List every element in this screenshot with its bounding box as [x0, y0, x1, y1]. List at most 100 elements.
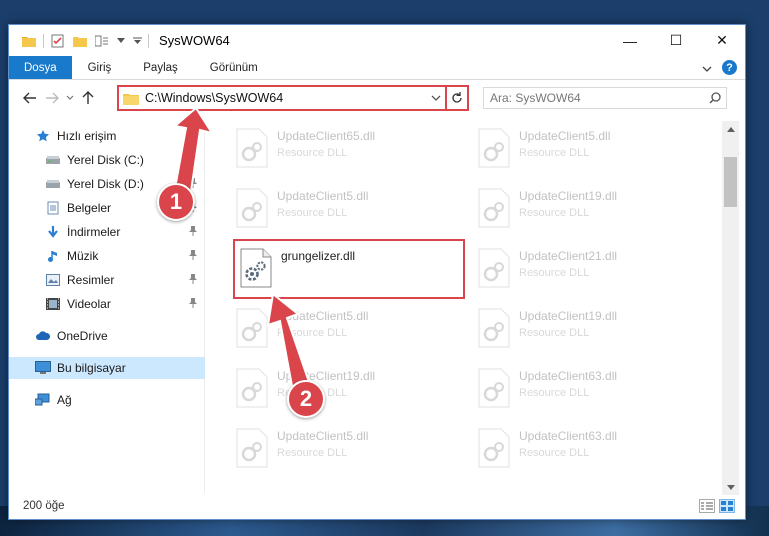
file-type: Resource DLL — [277, 327, 348, 339]
ribbon-right-controls: ? — [702, 56, 745, 79]
tiles-view-icon[interactable] — [719, 499, 735, 513]
help-icon[interactable]: ? — [722, 60, 737, 75]
file-name: UpdateClient63.dll — [519, 429, 618, 443]
sidebar-item-local-disk-c[interactable]: Yerel Disk (C:) — [9, 149, 205, 171]
properties-icon[interactable] — [50, 33, 66, 49]
expand-ribbon-icon[interactable] — [702, 61, 712, 75]
sidebar-item-onedrive[interactable]: OneDrive — [9, 325, 205, 347]
address-dropdown-icon[interactable] — [427, 93, 445, 104]
file-item[interactable]: UpdateClient5.dll Resource DLL — [229, 303, 459, 355]
vertical-scrollbar[interactable] — [722, 121, 739, 495]
sidebar-item-label: OneDrive — [57, 329, 108, 343]
ribbon-tabs: Dosya Giriş Paylaş Görünüm ? — [9, 56, 745, 80]
file-type: Resource DLL — [277, 447, 348, 459]
sidebar-item-network[interactable]: Ağ — [9, 389, 205, 411]
file-name: UpdateClient19.dll — [277, 369, 376, 383]
pictures-icon — [45, 272, 61, 288]
sidebar-item-label: Yerel Disk (D:) — [67, 177, 144, 191]
status-bar: 200 öğe — [9, 493, 745, 519]
file-item[interactable]: UpdateClient19.dllResource DLL — [471, 303, 701, 355]
search-icon[interactable] — [704, 92, 726, 104]
dll-file-icon — [478, 368, 510, 408]
file-explorer-window: SysWOW64 — ☐ ✕ Dosya Giriş Paylaş Görünü… — [8, 24, 746, 520]
step-badge-1: 1 — [157, 183, 195, 221]
chevron-down-icon[interactable] — [116, 33, 126, 49]
new-folder-icon[interactable] — [72, 33, 88, 49]
dll-file-icon — [478, 188, 510, 228]
file-item[interactable]: UpdateClient19.dllResource DLL — [471, 183, 701, 235]
customize-toolbar-icon[interactable] — [94, 33, 110, 49]
file-type: Resource DLL — [519, 447, 590, 459]
window-controls: — ☐ ✕ — [607, 25, 745, 56]
scroll-thumb[interactable] — [724, 157, 737, 207]
cloud-icon — [35, 328, 51, 344]
address-bar[interactable]: C:\Windows\SysWOW64 — [117, 85, 469, 111]
back-button[interactable] — [19, 87, 41, 109]
maximize-button[interactable]: ☐ — [653, 25, 699, 56]
file-item[interactable]: UpdateClient21.dll Resource DLL — [471, 243, 701, 295]
close-button[interactable]: ✕ — [699, 25, 745, 56]
sidebar-item-label: Videolar — [67, 297, 111, 311]
folder-icon[interactable] — [21, 33, 37, 49]
sidebar-item-this-pc[interactable]: Bu bilgisayar — [9, 357, 205, 379]
sidebar-item-label: Müzik — [67, 249, 99, 263]
pin-icon[interactable] — [187, 153, 199, 165]
pin-icon[interactable] — [187, 249, 199, 261]
tab-home[interactable]: Giriş — [72, 56, 128, 79]
file-type: Resource DLL — [277, 207, 348, 219]
title-separator — [148, 33, 149, 48]
recent-locations-button[interactable] — [63, 87, 77, 109]
sidebar-item-music[interactable]: Müzik — [9, 245, 205, 267]
details-view-icon[interactable] — [699, 499, 715, 513]
sidebar-item-quick-access[interactable]: Hızlı erişim — [9, 125, 205, 147]
file-type: Resource DLL — [519, 387, 590, 399]
file-name: UpdateClient63.dll — [519, 369, 618, 383]
forward-button[interactable] — [41, 87, 63, 109]
sidebar-item-downloads[interactable]: İndirmeler — [9, 221, 205, 243]
refresh-button[interactable] — [445, 87, 467, 109]
tab-share[interactable]: Paylaş — [127, 56, 194, 79]
sidebar-item-pictures[interactable]: Resimler — [9, 269, 205, 291]
up-button[interactable] — [77, 87, 99, 109]
minimize-button[interactable]: — — [607, 25, 653, 56]
navigation-pane: Hızlı erişim Yerel Disk (C:) Yerel Disk … — [9, 121, 205, 493]
sidebar-item-videos[interactable]: Videolar — [9, 293, 205, 315]
chevron-down-icon — [66, 95, 74, 100]
sidebar-item-label: Bu bilgisayar — [57, 361, 126, 375]
computer-icon — [35, 360, 51, 376]
file-type: Resource DLL — [519, 327, 590, 339]
file-item[interactable]: UpdateClient63.dll Resource DLL — [471, 363, 701, 415]
highlight-box-file — [233, 239, 465, 299]
file-item[interactable]: UpdateClient65.dll Resource DLL — [229, 123, 459, 175]
view-switcher — [699, 499, 745, 513]
dll-file-icon — [478, 308, 510, 348]
file-item[interactable]: UpdateClient5.dll Resource DLL — [471, 123, 701, 175]
search-input[interactable]: Ara: SysWOW64 — [490, 91, 704, 105]
pin-icon[interactable] — [187, 225, 199, 237]
file-item[interactable]: UpdateClient5.dll Resource DLL — [229, 183, 459, 235]
pin-icon[interactable] — [187, 273, 199, 285]
file-type: Resource DLL — [519, 147, 590, 159]
title-bar: SysWOW64 — ☐ ✕ — [9, 25, 745, 56]
file-name: UpdateClient65.dll — [277, 129, 376, 143]
dll-file-icon — [236, 128, 268, 168]
file-name: UpdateClient5.dll — [277, 309, 369, 323]
sidebar-item-label: Belgeler — [67, 201, 112, 215]
sidebar-item-label: Yerel Disk (C:) — [67, 153, 144, 167]
tab-file[interactable]: Dosya — [9, 56, 72, 79]
file-item[interactable]: UpdateClient5.dll Resource DLL — [229, 423, 459, 475]
search-box[interactable]: Ara: SysWOW64 — [483, 87, 727, 109]
tab-view[interactable]: Görünüm — [194, 56, 274, 79]
arrow-up-icon — [82, 91, 94, 104]
folder-icon — [123, 92, 139, 105]
pin-icon[interactable] — [187, 297, 199, 309]
address-path[interactable]: C:\Windows\SysWOW64 — [145, 91, 427, 105]
customize-dropdown-icon[interactable] — [132, 33, 142, 49]
scroll-up-icon[interactable] — [722, 121, 739, 137]
file-item[interactable]: UpdateClient19.dllResource DLL — [229, 363, 459, 415]
star-icon — [35, 128, 51, 144]
file-item[interactable]: UpdateClient63.dll Resource DLL — [471, 423, 701, 475]
download-icon — [45, 224, 61, 240]
file-type: Resource DLL — [277, 147, 348, 159]
documents-icon — [45, 200, 61, 216]
